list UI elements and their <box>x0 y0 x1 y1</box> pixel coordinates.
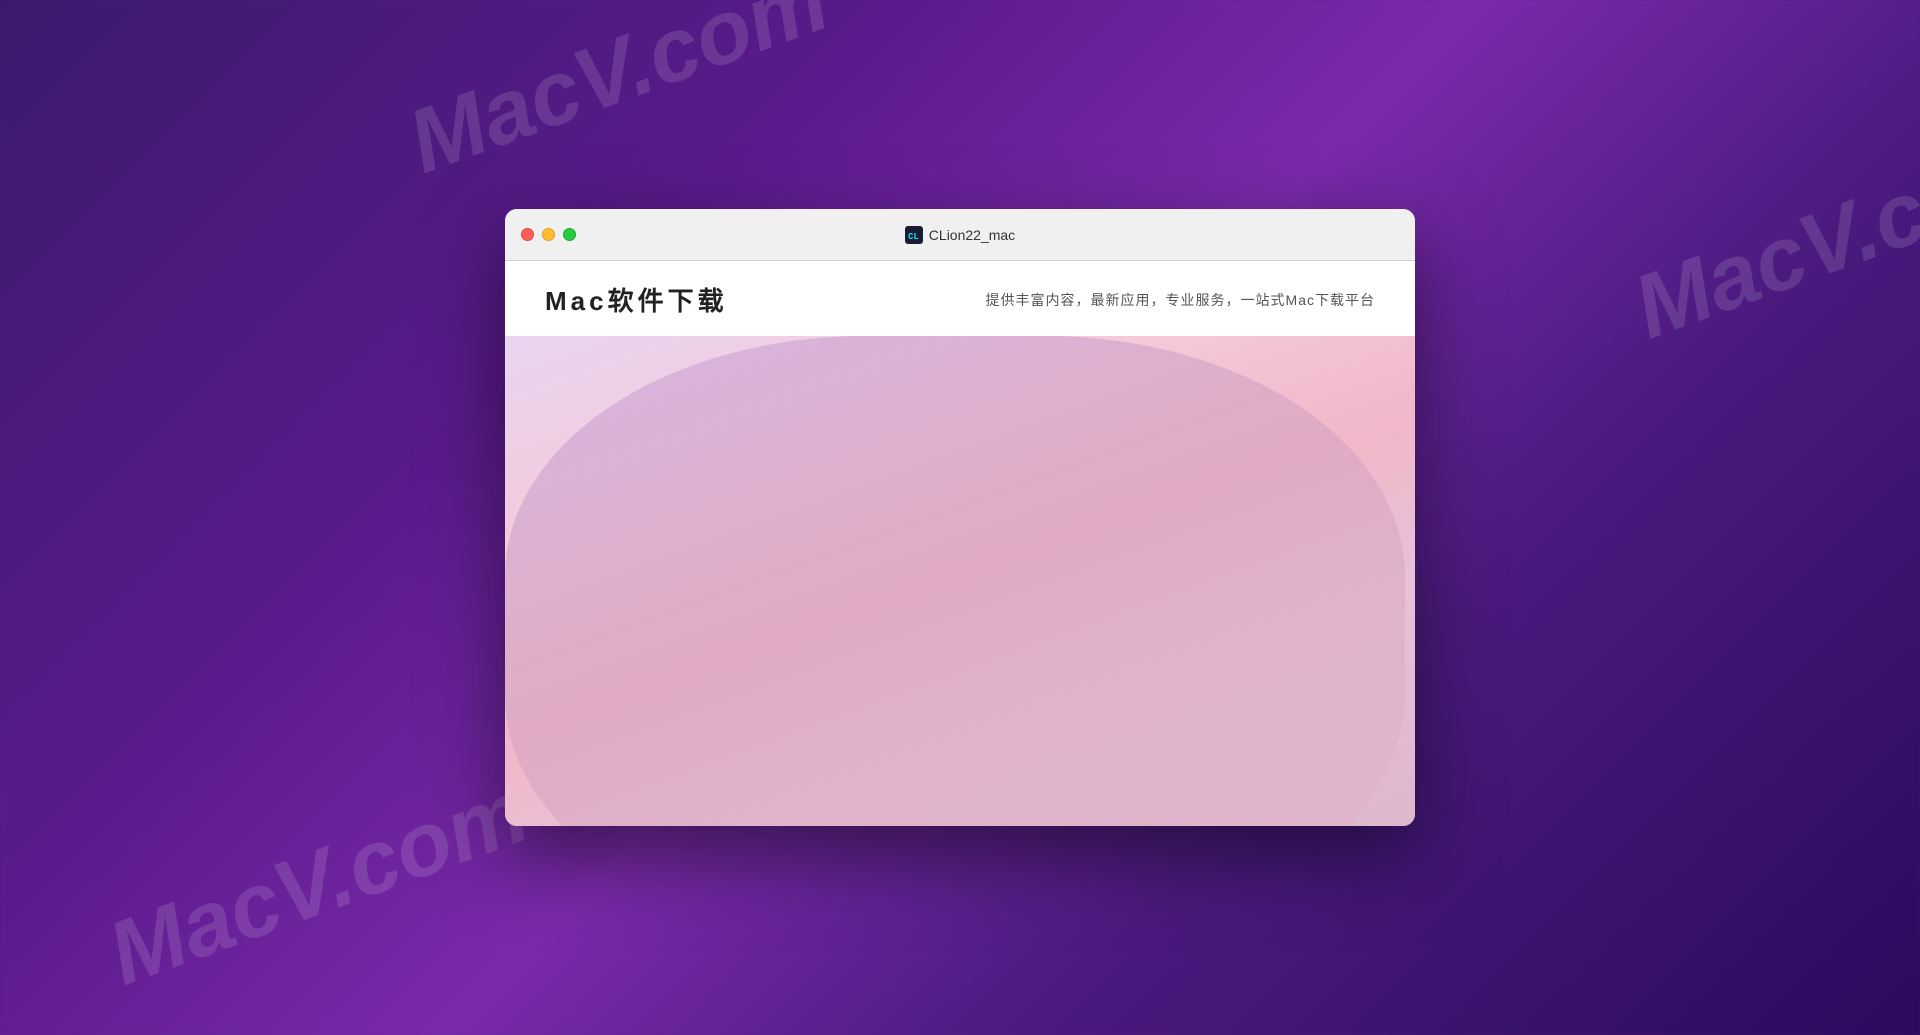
site-title: Mac软件下载 <box>545 281 728 318</box>
close-button[interactable] <box>521 228 534 241</box>
watermark-topright: MacV.cc <box>1621 143 1920 360</box>
minimize-button[interactable] <box>542 228 555 241</box>
dmg-area: CL CLion 拖动到右边完成安装 <box>505 336 1415 826</box>
window-title-area: CL CLion22_mac <box>905 226 1015 244</box>
watermark-topleft: MacV.com <box>396 0 842 195</box>
site-subtitle: 提供丰富内容，最新应用，专业服务，一站式Mac下载平台 <box>986 290 1375 310</box>
svg-text:CL: CL <box>908 232 919 242</box>
titlebar: CL CLion22_mac <box>505 209 1415 261</box>
window-app-icon: CL <box>905 226 923 244</box>
traffic-lights <box>521 228 576 241</box>
bg-wave-1 <box>505 336 1405 826</box>
app-window: CL CLion22_mac Mac软件下载 提供丰富内容，最新应用，专业服务，… <box>505 209 1415 826</box>
maximize-button[interactable] <box>563 228 576 241</box>
watermark-bottomleft: MacV.com <box>96 760 542 1006</box>
window-title-text: CLion22_mac <box>929 227 1015 243</box>
header-bar: Mac软件下载 提供丰富内容，最新应用，专业服务，一站式Mac下载平台 <box>505 261 1415 336</box>
